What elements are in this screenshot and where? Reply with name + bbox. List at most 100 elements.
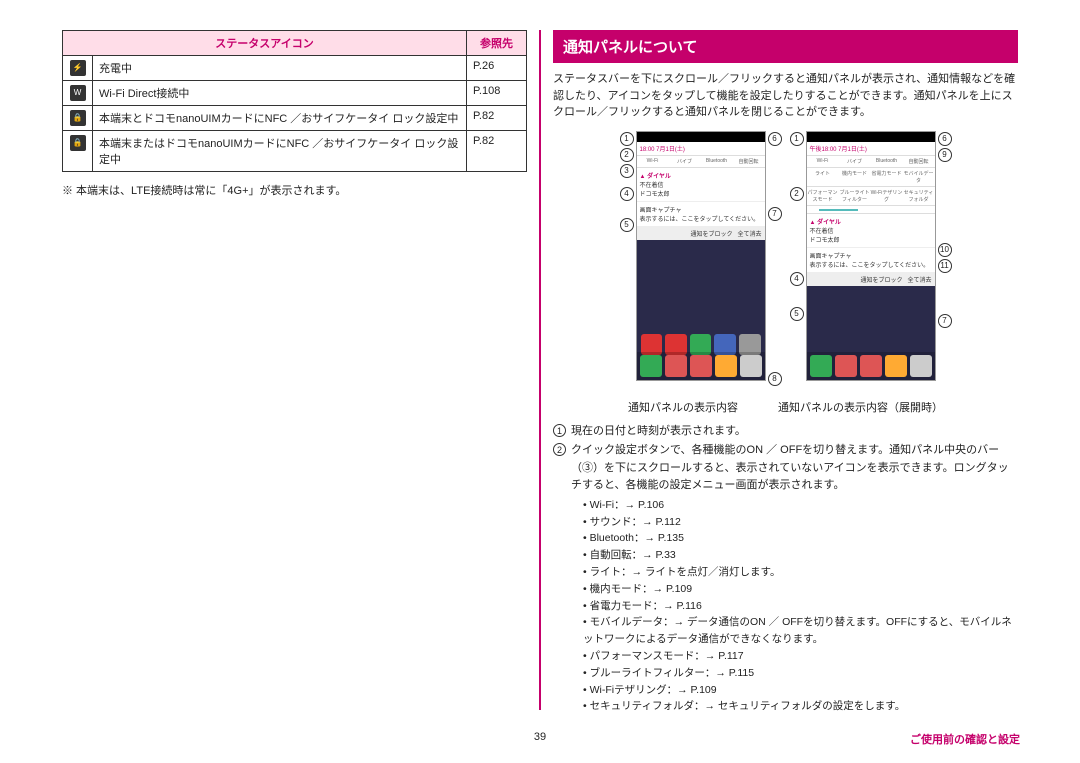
- toggle: ライト: [807, 170, 839, 184]
- cell: 本端末とドコモnanoUIMカードにNFC ／おサイフケータイ ロック設定中: [93, 106, 467, 131]
- bullet: セキュリティフォルダ：→ セキュリティフォルダの設定をします。: [583, 698, 1018, 715]
- toggle: 自動回転: [903, 158, 935, 165]
- toggle: Wi-Fi: [807, 158, 839, 165]
- notif-sub: ドコモ太郎: [810, 235, 932, 244]
- table-row: ⚡ 充電中 P.26: [63, 56, 527, 81]
- cell: Wi-Fi Direct接続中: [93, 81, 467, 106]
- nfc-lock-icon-2: 🔒: [70, 135, 86, 151]
- caption-1: 通知パネルの表示内容: [628, 399, 738, 415]
- cell: P.26: [467, 56, 527, 81]
- callout-5: 5: [620, 218, 634, 232]
- table-row: 🔒 本端末またはドコモnanoUIMカードにNFC ／おサイフケータイ ロック設…: [63, 131, 527, 172]
- screenshots: 1 2 3 4 5 18:00 7月1日(土) Wi-Fi バイブ Blueto…: [553, 131, 1018, 387]
- bullet: Bluetooth：→ P.135: [583, 530, 1018, 547]
- caption-2: 通知パネルの表示内容（展開時）: [778, 399, 943, 415]
- callout-10: 10: [938, 243, 952, 257]
- toggle: 機内モード: [839, 170, 871, 184]
- callout-5b: 5: [790, 307, 804, 321]
- cell: 本端末またはドコモnanoUIMカードにNFC ／おサイフケータイ ロック設定中: [93, 131, 467, 172]
- notif-sub: 表示するには、ここをタップしてください。: [810, 260, 932, 269]
- notif-title: 不在着信: [640, 180, 762, 189]
- phone-screenshot-expanded: 午後18:00 7月1日(土) Wi-Fi バイブ Bluetooth 自動回転…: [806, 131, 936, 381]
- toggle: バイブ: [839, 158, 871, 165]
- toggle: セキュリティフォルダ: [903, 189, 935, 203]
- toggle: ブルーライトフィルター: [839, 189, 871, 203]
- callout-7b: 7: [938, 314, 952, 328]
- bullet: 機内モード：→ P.109: [583, 581, 1018, 598]
- num-1: 1: [553, 424, 566, 437]
- toggle: Wi-Fi: [637, 158, 669, 165]
- toggle: Bluetooth: [701, 158, 733, 165]
- bullet: 自動回転：→ P.33: [583, 547, 1018, 564]
- toggle: モバイルデータ: [903, 170, 935, 184]
- cell: 充電中: [93, 56, 467, 81]
- bullet: ブルーライトフィルター：→ P.115: [583, 665, 1018, 682]
- toggle: Wi-Fiテザリング: [871, 189, 903, 203]
- nfc-lock-icon: 🔒: [70, 110, 86, 126]
- right-column: 通知パネルについて ステータスバーを下にスクロール／フリックすると通知パネルが表…: [541, 30, 1030, 710]
- page-number: 39: [534, 731, 546, 743]
- callout-6b: 6: [938, 132, 952, 146]
- toggle: パフォーマンスモード: [807, 189, 839, 203]
- notif-title: 不在着信: [810, 226, 932, 235]
- callout-9: 9: [938, 148, 952, 162]
- clear-btn: 全て消去: [737, 232, 761, 238]
- notif-title: 画面キャプチャ: [640, 205, 762, 214]
- bullet: 省電力モード：→ P.116: [583, 598, 1018, 615]
- callout-3: 3: [620, 164, 634, 178]
- clear-btn: 全て消去: [907, 278, 931, 284]
- page-footer: 39 ご使用前の確認と設定: [0, 731, 1080, 747]
- table-row: W Wi-Fi Direct接続中 P.108: [63, 81, 527, 106]
- block-btn: 通知をブロック: [690, 232, 732, 238]
- callout-11: 11: [938, 259, 952, 273]
- callout-4b: 4: [790, 272, 804, 286]
- detail-text: 現在の日付と時刻が表示されます。: [571, 423, 746, 441]
- section-name: ご使用前の確認と設定: [910, 731, 1020, 747]
- callout-1: 1: [620, 132, 634, 146]
- cell: P.82: [467, 106, 527, 131]
- left-column: ステータスアイコン 参照先 ⚡ 充電中 P.26 W Wi-Fi Direct接…: [50, 30, 539, 710]
- status-icons-table: ステータスアイコン 参照先 ⚡ 充電中 P.26 W Wi-Fi Direct接…: [62, 30, 527, 172]
- table-row: 🔒 本端末とドコモnanoUIMカードにNFC ／おサイフケータイ ロック設定中…: [63, 106, 527, 131]
- notif-sub: 表示するには、ここをタップしてください。: [640, 214, 762, 223]
- phone-screenshot-collapsed: 18:00 7月1日(土) Wi-Fi バイブ Bluetooth 自動回転 ▲…: [636, 131, 766, 381]
- bullet: モバイルデータ：→ データ通信のON ／ OFFを切り替えます。OFFにすると、…: [583, 614, 1018, 648]
- bullet: ライト：→ ライトを点灯／消灯します。: [583, 564, 1018, 581]
- bullet: サウンド：→ P.112: [583, 514, 1018, 531]
- notif-app: ▲ ダイヤル: [640, 171, 762, 180]
- th-ref: 参照先: [467, 31, 527, 56]
- bullet: パフォーマンスモード：→ P.117: [583, 648, 1018, 665]
- cell: P.82: [467, 131, 527, 172]
- charging-icon: ⚡: [70, 60, 86, 76]
- bullet-list: Wi-Fi：→ P.106 サウンド：→ P.112 Bluetooth：→ P…: [583, 497, 1018, 715]
- toggle: 自動回転: [733, 158, 765, 165]
- callout-2b: 2: [790, 187, 804, 201]
- two-column-layout: ステータスアイコン 参照先 ⚡ 充電中 P.26 W Wi-Fi Direct接…: [50, 30, 1030, 710]
- toggle: バイブ: [669, 158, 701, 165]
- callout-4: 4: [620, 187, 634, 201]
- details: 1 現在の日付と時刻が表示されます。 2 クイック設定ボタンで、各種機能のON …: [553, 423, 1018, 495]
- block-btn: 通知をブロック: [860, 278, 902, 284]
- bullet: Wi-Fiテザリング：→ P.109: [583, 682, 1018, 699]
- notif-sub: ドコモ太郎: [640, 189, 762, 198]
- th-icon: ステータスアイコン: [63, 31, 467, 56]
- toggle: 省電力モード: [871, 170, 903, 184]
- wifi-direct-icon: W: [70, 85, 86, 101]
- lte-note: ※ 本端末は、LTE接続時は常に「4G+」が表示されます。: [62, 182, 527, 198]
- bullet: Wi-Fi：→ P.106: [583, 497, 1018, 514]
- callout-8: 8: [768, 372, 782, 386]
- panel-datetime: 18:00 7月1日(土): [637, 142, 765, 156]
- callout-1b: 1: [790, 132, 804, 146]
- notif-title: 画面キャプチャ: [810, 251, 932, 260]
- section-title: 通知パネルについて: [553, 30, 1018, 63]
- callout-2: 2: [620, 148, 634, 162]
- intro-text: ステータスバーを下にスクロール／フリックすると通知パネルが表示され、通知情報など…: [553, 71, 1018, 121]
- callout-6: 6: [768, 132, 782, 146]
- detail-text: クイック設定ボタンで、各種機能のON ／ OFFを切り替えます。通知パネル中央の…: [571, 442, 1018, 495]
- toggle: Bluetooth: [871, 158, 903, 165]
- num-2: 2: [553, 443, 566, 456]
- notif-app: ▲ ダイヤル: [810, 217, 932, 226]
- cell: P.108: [467, 81, 527, 106]
- panel-datetime: 午後18:00 7月1日(土): [807, 142, 935, 156]
- callout-7: 7: [768, 207, 782, 221]
